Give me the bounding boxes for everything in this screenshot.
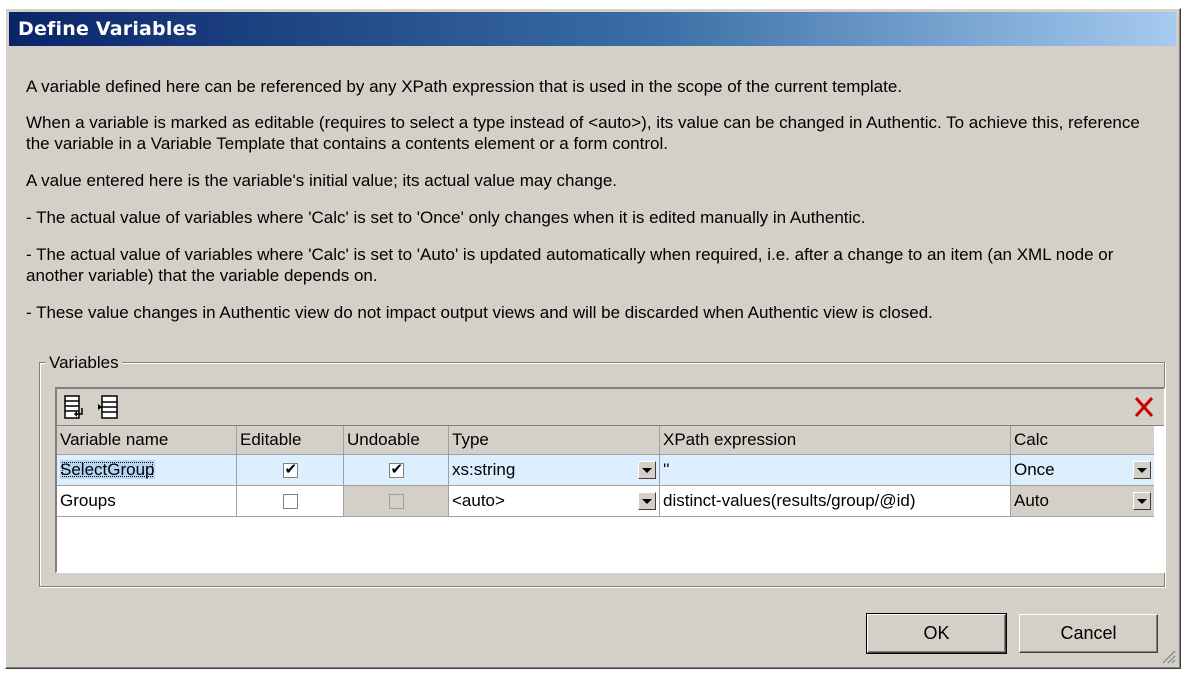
variable-name-cell[interactable]: Groups bbox=[57, 485, 237, 517]
column-header-undoable[interactable]: Undoable bbox=[343, 426, 449, 455]
variables-group-label: Variables bbox=[46, 353, 122, 373]
table-row[interactable]: Groups <auto> distinct-values(results/gr… bbox=[57, 485, 1154, 517]
checkmark-icon: ✔ bbox=[390, 461, 404, 479]
cancel-button[interactable]: Cancel bbox=[1019, 614, 1158, 653]
calc-value: Auto bbox=[1014, 491, 1049, 510]
variables-grid: Variable name Editable Undoable Type XPa… bbox=[55, 387, 1165, 573]
chevron-down-icon[interactable] bbox=[638, 461, 656, 479]
calc-dropdown[interactable]: Auto bbox=[1014, 491, 1151, 511]
table-row[interactable]: SelectGroup ✔ ✔ xs:string '' Once bbox=[57, 454, 1154, 486]
xpath-cell[interactable]: '' bbox=[659, 454, 1011, 486]
description-line: When a variable is marked as editable (r… bbox=[26, 113, 1140, 153]
editable-cell[interactable]: ✔ bbox=[236, 454, 344, 486]
description-line: - The actual value of variables where 'C… bbox=[26, 245, 1114, 285]
column-header-editable[interactable]: Editable bbox=[236, 426, 344, 455]
column-header-calc[interactable]: Calc bbox=[1010, 426, 1154, 455]
xpath-cell[interactable]: distinct-values(results/group/@id) bbox=[659, 485, 1011, 517]
description-line: A value entered here is the variable's i… bbox=[26, 171, 618, 190]
calc-cell[interactable]: Auto bbox=[1010, 485, 1154, 517]
variable-name-cell[interactable]: SelectGroup bbox=[57, 454, 237, 486]
type-dropdown[interactable]: <auto> bbox=[452, 491, 656, 511]
column-header-variable-name[interactable]: Variable name bbox=[57, 426, 237, 455]
type-value: xs:string bbox=[452, 460, 516, 479]
append-variable-icon[interactable] bbox=[59, 392, 91, 422]
type-dropdown[interactable]: xs:string bbox=[452, 460, 656, 480]
grid-toolbar bbox=[57, 389, 1164, 426]
column-header-type[interactable]: Type bbox=[448, 426, 660, 455]
undoable-checkbox[interactable]: ✔ bbox=[388, 461, 404, 479]
variable-name[interactable]: SelectGroup bbox=[60, 460, 155, 479]
undoable-cell bbox=[343, 485, 449, 517]
variables-table: Variable name Editable Undoable Type XPa… bbox=[57, 426, 1154, 517]
editable-cell[interactable] bbox=[236, 485, 344, 517]
editable-checkbox[interactable] bbox=[282, 494, 298, 510]
description-line: A variable defined here can be reference… bbox=[26, 77, 903, 96]
calc-dropdown[interactable]: Once bbox=[1014, 460, 1151, 480]
chevron-down-icon[interactable] bbox=[638, 492, 656, 510]
calc-value: Once bbox=[1014, 460, 1055, 479]
checkmark-icon: ✔ bbox=[284, 461, 298, 479]
chevron-down-icon[interactable] bbox=[1133, 492, 1151, 510]
undoable-checkbox bbox=[388, 494, 404, 510]
editable-checkbox[interactable]: ✔ bbox=[282, 461, 298, 479]
insert-variable-icon[interactable] bbox=[93, 392, 125, 422]
ok-button[interactable]: OK bbox=[866, 613, 1007, 654]
chevron-down-icon[interactable] bbox=[1133, 461, 1151, 479]
description-line: - The actual value of variables where 'C… bbox=[26, 208, 866, 227]
delete-variable-icon[interactable] bbox=[1130, 393, 1158, 421]
resize-grip-icon[interactable] bbox=[1160, 648, 1176, 664]
dialog-title: Define Variables bbox=[9, 12, 1176, 46]
table-header-row: Variable name Editable Undoable Type XPa… bbox=[57, 426, 1154, 455]
define-variables-dialog: Define Variables A variable defined here… bbox=[5, 8, 1181, 669]
calc-cell[interactable]: Once bbox=[1010, 454, 1154, 486]
description-line: - These value changes in Authentic view … bbox=[26, 303, 933, 322]
undoable-cell[interactable]: ✔ bbox=[343, 454, 449, 486]
type-value: <auto> bbox=[452, 491, 505, 510]
column-header-xpath[interactable]: XPath expression bbox=[659, 426, 1011, 455]
type-cell[interactable]: <auto> bbox=[448, 485, 660, 517]
type-cell[interactable]: xs:string bbox=[448, 454, 660, 486]
